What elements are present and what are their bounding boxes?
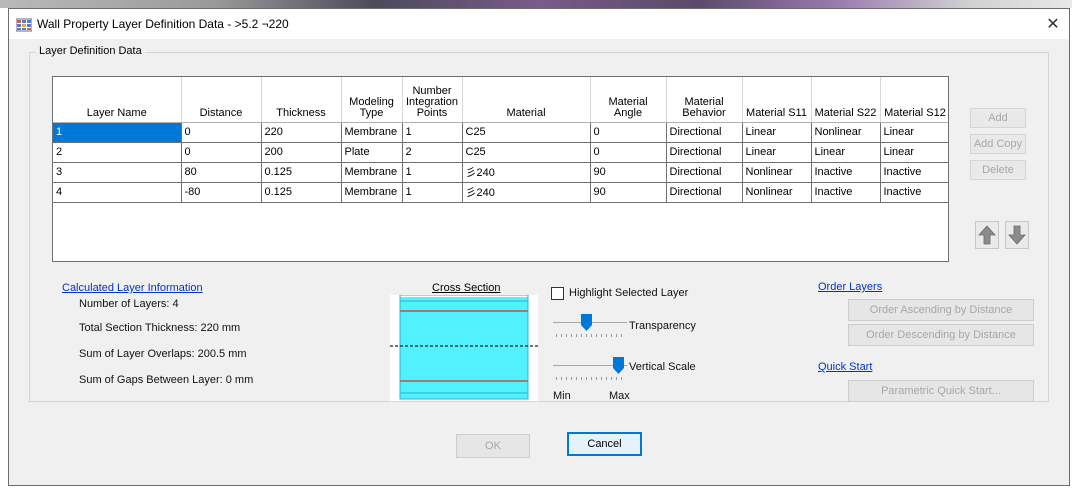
column-header[interactable]: Material S11 — [742, 77, 812, 123]
table-cell[interactable]: Inactive — [880, 162, 948, 183]
table-cell[interactable]: Linear — [880, 122, 948, 143]
background-window-strip — [0, 0, 1072, 8]
table-cell[interactable]: 220 — [261, 122, 342, 143]
highlight-selected-layer-checkbox[interactable] — [551, 287, 564, 300]
column-header[interactable]: Modeling Type — [341, 77, 403, 123]
table-cell[interactable]: 1 — [402, 182, 463, 203]
order-layers-heading: Order Layers — [818, 281, 883, 293]
window-title: Wall Property Layer Definition Data - >5… — [37, 17, 289, 31]
column-header[interactable]: Material Angle — [590, 77, 667, 123]
table-row[interactable]: 2 0 200 Plate 2 C25 0 Directional Linear Linear Li… — [53, 142, 948, 163]
table-header-row: Layer Name Distance Thickness Modeling Type… — [53, 77, 948, 123]
quick-start-heading: Quick Start — [818, 361, 873, 373]
column-header[interactable]: Material S12 — [880, 77, 948, 123]
table-cell[interactable]: Linear — [880, 142, 948, 163]
table-cell[interactable]: 1 — [53, 122, 182, 143]
vertical-scale-label: Vertical Scale — [629, 361, 696, 373]
arrow-up-icon — [978, 225, 996, 245]
add-copy-button[interactable]: Add Copy — [970, 134, 1026, 154]
table-cell[interactable]: 0 — [590, 142, 667, 163]
table-cell[interactable]: Nonlinear — [742, 182, 812, 203]
column-header[interactable]: Material Behavior — [666, 77, 743, 123]
layers-table: Layer Name Distance Thickness Modeling Type… — [53, 77, 948, 203]
sum-of-layer-overlaps: Sum of Layer Overlaps: 200.5 mm — [79, 348, 247, 360]
table-cell[interactable]: Plate — [341, 142, 403, 163]
table-cell[interactable]: Directional — [666, 182, 743, 203]
layers-table-container: Layer Name Distance Thickness Modeling Type… — [52, 76, 949, 262]
table-cell[interactable]: 90 — [590, 162, 667, 183]
transparency-label: Transparency — [629, 320, 696, 332]
table-cell[interactable]: ⼺240 — [462, 162, 591, 183]
table-cell[interactable]: Membrane — [341, 122, 403, 143]
cross-section-label: Cross Section — [432, 282, 501, 294]
table-cell[interactable]: Nonlinear — [811, 122, 881, 143]
highlight-selected-layer-label: Highlight Selected Layer — [569, 287, 689, 299]
table-cell[interactable]: Linear — [742, 142, 812, 163]
table-cell[interactable]: -80 — [181, 182, 262, 203]
column-header[interactable]: Material — [462, 77, 591, 123]
table-cell[interactable]: 2 — [53, 142, 182, 163]
table-cell[interactable]: 1 — [402, 162, 463, 183]
table-cell[interactable]: C25 — [462, 142, 591, 163]
column-header[interactable]: Layer Name — [53, 77, 182, 123]
table-cell[interactable]: Inactive — [880, 182, 948, 203]
table-cell[interactable]: Directional — [666, 142, 743, 163]
table-cell[interactable]: 3 — [53, 162, 182, 183]
table-cell[interactable]: 0 — [590, 122, 667, 143]
min-label: Min — [553, 390, 571, 402]
table-cell[interactable]: Linear — [811, 142, 881, 163]
table-row[interactable]: 3 80 0.125 Membrane 1 ⼺240 90 Directional Nonlin… — [53, 162, 948, 183]
title-bar: Wall Property Layer Definition Data - >5… — [9, 9, 1069, 39]
ok-button[interactable]: OK — [456, 434, 530, 458]
table-cell[interactable]: C25 — [462, 122, 591, 143]
arrow-down-icon — [1008, 225, 1026, 245]
table-row[interactable]: 1 0 220 Membrane 1 C25 0 Directional Linear Nonli… — [53, 122, 948, 143]
table-cell[interactable]: 2 — [402, 142, 463, 163]
column-header[interactable]: Number Integration Points — [402, 77, 463, 123]
order-descending-button[interactable]: Order Descending by Distance — [848, 324, 1034, 346]
total-section-thickness: Total Section Thickness: 220 mm — [79, 322, 241, 334]
table-cell[interactable]: ⼺240 — [462, 182, 591, 203]
grid-app-icon — [15, 16, 33, 32]
move-down-button[interactable] — [1005, 221, 1029, 249]
vertical-scale-slider-thumb[interactable] — [612, 357, 624, 374]
cross-section-preview — [390, 294, 538, 401]
table-cell[interactable]: 4 — [53, 182, 182, 203]
transparency-slider-thumb[interactable] — [581, 314, 592, 331]
delete-button[interactable]: Delete — [970, 160, 1026, 180]
table-cell[interactable]: Membrane — [341, 182, 403, 203]
table-cell[interactable]: 0.125 — [261, 182, 342, 203]
cancel-button[interactable]: Cancel — [567, 432, 642, 456]
table-cell[interactable]: 0 — [181, 122, 262, 143]
max-label: Max — [609, 390, 630, 402]
group-label: Layer Definition Data — [36, 45, 145, 57]
table-cell[interactable]: Membrane — [341, 162, 403, 183]
calculated-layer-info-heading: Calculated Layer Information — [62, 282, 203, 294]
table-cell[interactable]: Inactive — [811, 162, 881, 183]
move-up-button[interactable] — [975, 221, 999, 249]
table-cell[interactable]: 1 — [402, 122, 463, 143]
table-cell[interactable]: Directional — [666, 162, 743, 183]
table-cell[interactable]: 200 — [261, 142, 342, 163]
table-row[interactable]: 4 -80 0.125 Membrane 1 ⼺240 90 Directional Nonli… — [53, 182, 948, 203]
transparency-ticks — [556, 334, 626, 337]
column-header[interactable]: Material S22 — [811, 77, 881, 123]
sum-of-gaps: Sum of Gaps Between Layer: 0 mm — [79, 374, 254, 386]
table-cell[interactable]: Inactive — [811, 182, 881, 203]
add-button[interactable]: Add — [970, 108, 1026, 128]
order-ascending-button[interactable]: Order Ascending by Distance — [848, 299, 1034, 321]
number-of-layers: Number of Layers: 4 — [79, 298, 179, 310]
close-icon[interactable]: ✕ — [1043, 14, 1063, 34]
table-cell[interactable]: Nonlinear — [742, 162, 812, 183]
parametric-quick-start-button[interactable]: Parametric Quick Start... — [848, 380, 1034, 402]
table-cell[interactable]: 90 — [590, 182, 667, 203]
table-cell[interactable]: Directional — [666, 122, 743, 143]
table-cell[interactable]: Linear — [742, 122, 812, 143]
column-header[interactable]: Thickness — [261, 77, 342, 123]
column-header[interactable]: Distance — [181, 77, 262, 123]
vertical-scale-ticks — [556, 377, 626, 380]
table-cell[interactable]: 80 — [181, 162, 262, 183]
table-cell[interactable]: 0 — [181, 142, 262, 163]
table-cell[interactable]: 0.125 — [261, 162, 342, 183]
